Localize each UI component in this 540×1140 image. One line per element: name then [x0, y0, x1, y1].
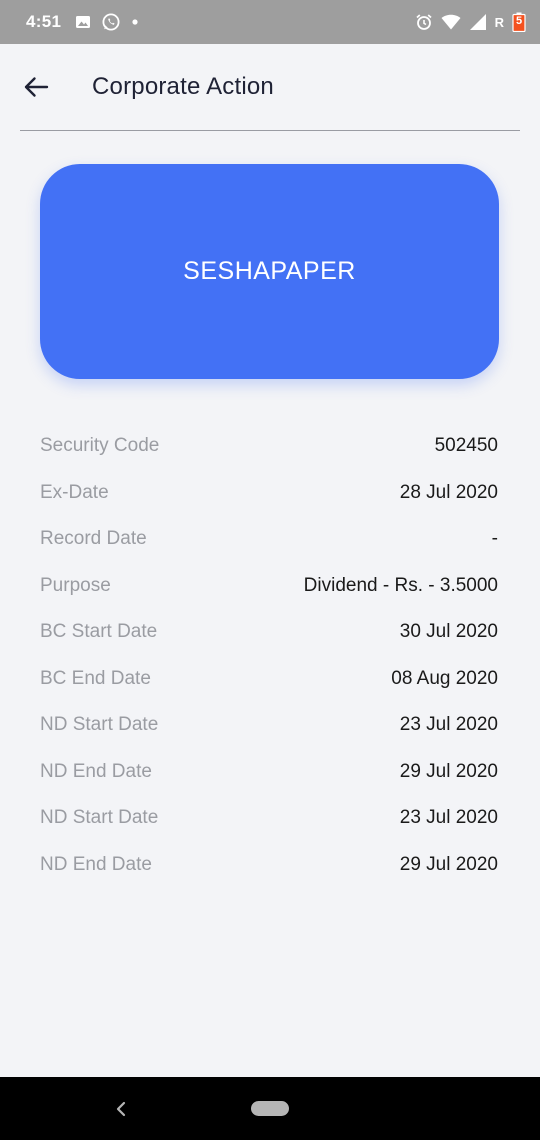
detail-label: Security Code: [40, 435, 160, 457]
whatsapp-icon: [101, 12, 121, 32]
security-card: SESHAPAPER: [40, 164, 499, 379]
detail-row-nd-end-date: ND End Date 29 Jul 2020: [40, 749, 498, 796]
detail-row-bc-start-date: BC Start Date 30 Jul 2020: [40, 609, 498, 656]
signal-icon: [469, 13, 487, 31]
detail-label: ND Start Date: [40, 807, 159, 829]
detail-label: BC End Date: [40, 667, 151, 689]
detail-row-nd-start-date: ND Start Date 23 Jul 2020: [40, 702, 498, 749]
nav-home-button[interactable]: [251, 1101, 289, 1116]
detail-value: 30 Jul 2020: [399, 621, 498, 643]
detail-row-nd-end-date-2: ND End Date 29 Jul 2020: [40, 842, 498, 889]
detail-label: Ex-Date: [40, 481, 109, 503]
detail-value: 502450: [434, 435, 498, 457]
status-left-icons: [75, 12, 139, 32]
image-icon: [75, 14, 91, 30]
status-right-icons: R 5: [415, 12, 526, 32]
navigation-bar: [0, 1077, 540, 1140]
detail-label: ND End Date: [40, 853, 152, 875]
detail-row-security-code: Security Code 502450: [40, 423, 498, 470]
nav-back-button[interactable]: [113, 1099, 129, 1119]
roaming-label: R: [494, 14, 504, 30]
detail-row-nd-start-date-2: ND Start Date 23 Jul 2020: [40, 795, 498, 842]
page-title: Corporate Action: [92, 73, 274, 100]
detail-label: Record Date: [40, 528, 147, 550]
back-button[interactable]: [18, 69, 54, 105]
detail-value: 08 Aug 2020: [391, 667, 498, 689]
detail-value: 23 Jul 2020: [399, 714, 498, 736]
battery-icon: 5: [512, 12, 526, 32]
detail-value: 28 Jul 2020: [399, 481, 498, 503]
detail-label: ND End Date: [40, 760, 152, 782]
arrow-left-icon: [24, 77, 49, 97]
detail-value: -: [491, 528, 498, 550]
detail-row-ex-date: Ex-Date 28 Jul 2020: [40, 470, 498, 517]
details-list: Security Code 502450 Ex-Date 28 Jul 2020…: [40, 423, 498, 888]
security-name: SESHAPAPER: [183, 257, 356, 285]
detail-value: 29 Jul 2020: [399, 760, 498, 782]
wifi-icon: [441, 13, 461, 31]
app-bar: Corporate Action: [20, 44, 520, 131]
detail-label: ND Start Date: [40, 714, 159, 736]
detail-value: 23 Jul 2020: [399, 807, 498, 829]
detail-value: 29 Jul 2020: [399, 853, 498, 875]
alarm-icon: [415, 13, 433, 31]
status-bar: 4:51 R 5: [0, 0, 540, 44]
detail-row-bc-end-date: BC End Date 08 Aug 2020: [40, 656, 498, 703]
status-time: 4:51: [26, 12, 62, 31]
detail-label: Purpose: [40, 574, 111, 596]
detail-value: Dividend - Rs. - 3.5000: [303, 574, 498, 596]
detail-row-record-date: Record Date -: [40, 516, 498, 563]
nav-back-icon: [116, 1101, 126, 1117]
detail-label: BC Start Date: [40, 621, 158, 643]
battery-level: 5: [515, 15, 523, 27]
detail-row-purpose: Purpose Dividend - Rs. - 3.5000: [40, 563, 498, 610]
dot-icon: [131, 18, 139, 26]
